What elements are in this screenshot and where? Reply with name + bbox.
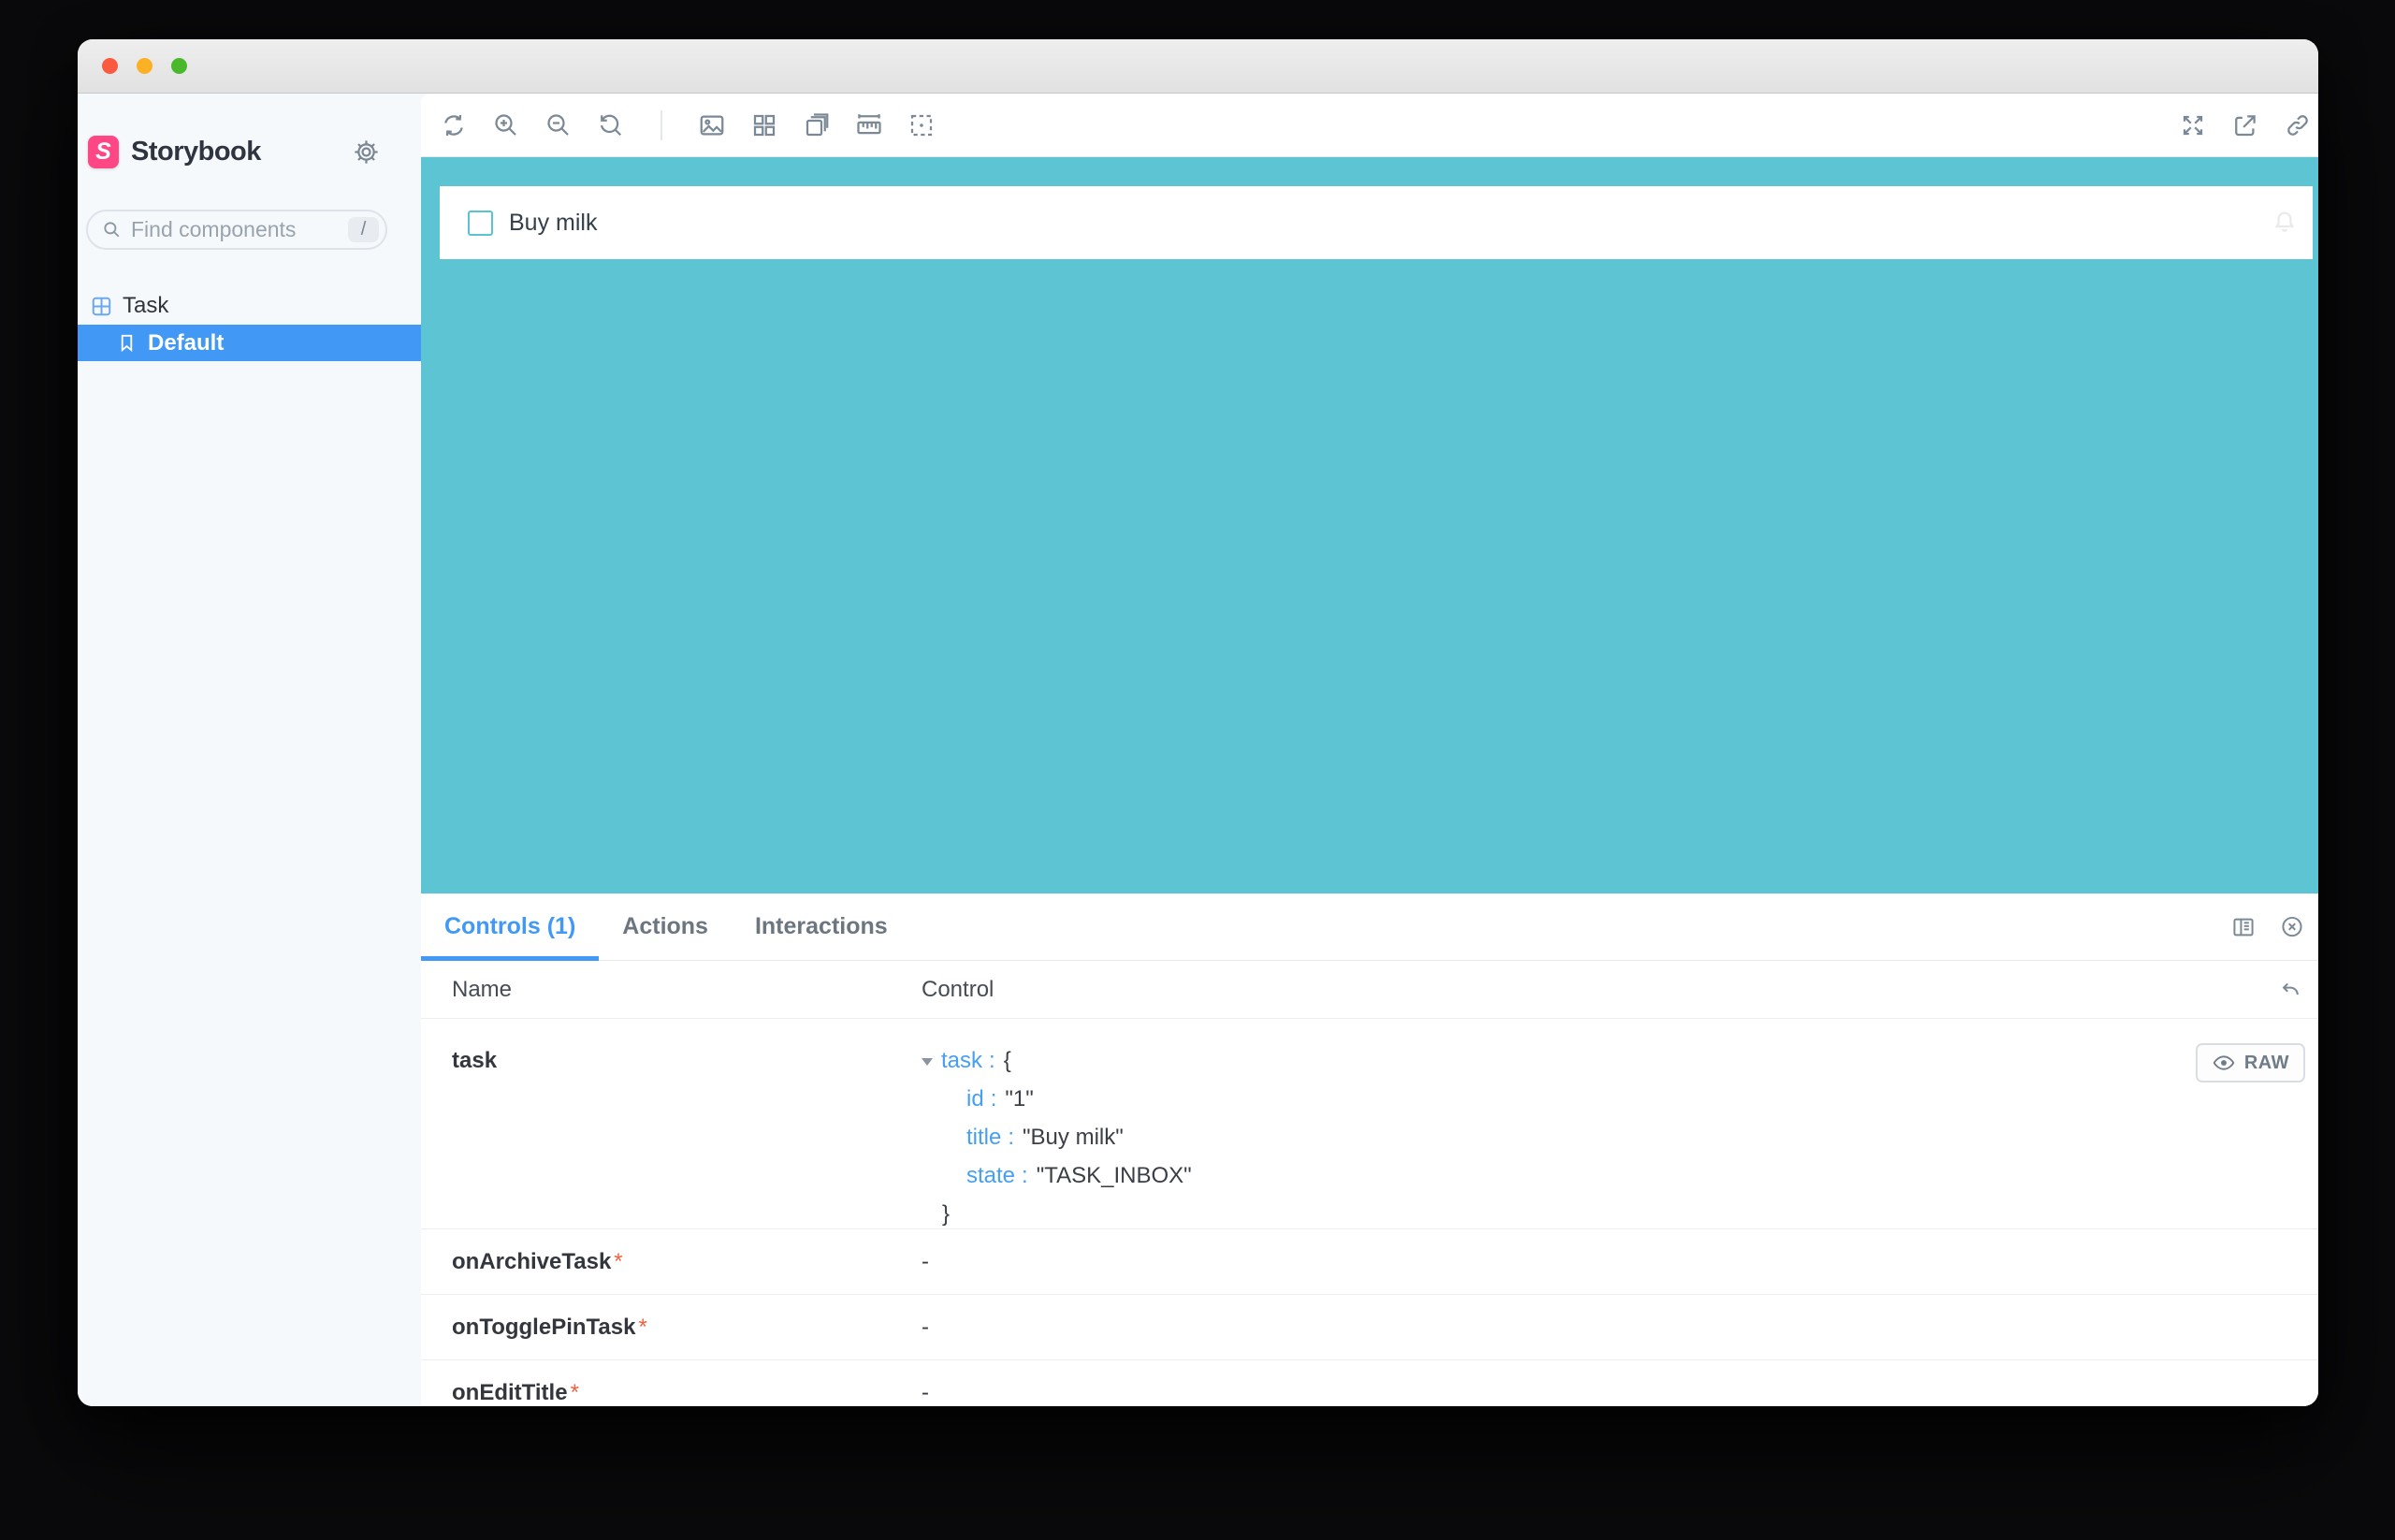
tab-controls[interactable]: Controls (1) (421, 893, 599, 960)
search-shortcut-badge: / (348, 217, 379, 242)
empty-control-value: - (922, 1315, 929, 1341)
find-components-searchbox[interactable]: / (86, 210, 387, 250)
search-input[interactable] (131, 217, 348, 242)
open-brace: { (1004, 1041, 1011, 1080)
entry-value[interactable]: "TASK_INBOX" (1037, 1156, 1192, 1195)
close-window-button[interactable] (102, 58, 118, 74)
search-icon (101, 219, 123, 240)
control-row-onarchivetask: onArchiveTask* - (421, 1229, 2318, 1295)
component-grid-icon (90, 295, 113, 318)
entry-key: title (966, 1118, 1001, 1156)
tab-interactions[interactable]: Interactions (732, 893, 911, 960)
toolbar-divider (660, 110, 662, 140)
sidebar-item-label: Task (123, 293, 168, 319)
outline-toggle-icon[interactable] (907, 111, 936, 139)
minimize-window-button[interactable] (137, 58, 152, 74)
preview-area: Buy milk Controls (1) Actions (421, 94, 2318, 1406)
close-brace: } (942, 1195, 950, 1233)
task-title: Buy milk (509, 210, 597, 237)
object-entry: id : "1" (922, 1080, 1192, 1118)
zoom-window-button[interactable] (171, 58, 187, 74)
object-entry: state : "TASK_INBOX" (922, 1156, 1192, 1195)
object-control: task : { id : "1" title : (922, 1041, 1192, 1228)
bookmark-icon (116, 332, 138, 354)
object-close-line: } (922, 1195, 1192, 1233)
sidebar-item-default-story[interactable]: Default (78, 325, 421, 361)
empty-control-value: - (922, 1380, 929, 1406)
prop-name: task (452, 1048, 497, 1073)
task-checkbox[interactable] (468, 211, 493, 236)
control-row-task: task task : { id : (421, 1019, 2318, 1229)
required-marker: * (571, 1380, 579, 1405)
required-marker: * (638, 1315, 646, 1340)
prop-name: onEditTitle (452, 1380, 568, 1405)
object-root-key: task (941, 1041, 982, 1080)
eye-icon (2212, 1051, 2236, 1075)
entry-value[interactable]: "Buy milk" (1023, 1118, 1124, 1156)
collapse-caret-icon[interactable] (922, 1058, 933, 1066)
colon: : (991, 1080, 997, 1118)
zoom-in-icon[interactable] (492, 111, 520, 139)
zoom-out-icon[interactable] (544, 111, 573, 139)
settings-gear-icon[interactable] (352, 138, 381, 167)
pin-bell-icon[interactable] (2270, 208, 2300, 238)
name-column-header: Name (452, 977, 922, 1003)
open-external-icon[interactable] (2231, 111, 2259, 139)
brand-title: Storybook (131, 137, 261, 167)
object-entry: title : "Buy milk" (922, 1118, 1192, 1156)
addons-panel: Controls (1) Actions Interactions (421, 893, 2318, 1406)
sidebar-item-label: Default (148, 330, 224, 356)
change-background-icon[interactable] (698, 111, 726, 139)
window-titlebar[interactable] (78, 39, 2318, 94)
object-root-line: task : { (922, 1041, 1192, 1080)
colon: : (1022, 1156, 1028, 1195)
control-row-ontogglepintask: onTogglePinTask* - (421, 1295, 2318, 1360)
colon: : (989, 1041, 995, 1080)
sidebar-header: S Storybook (88, 133, 381, 170)
viewport-icon[interactable] (803, 111, 831, 139)
prop-name: onTogglePinTask (452, 1315, 635, 1340)
panel-tabbar: Controls (1) Actions Interactions (421, 893, 2318, 961)
sidebar: S Storybook (78, 94, 421, 1406)
sidebar-item-task[interactable]: Task (78, 287, 421, 325)
raw-label: RAW (2244, 1053, 2289, 1074)
reset-controls-icon[interactable] (2278, 977, 2303, 1002)
remount-component-icon[interactable] (440, 111, 468, 139)
tab-actions[interactable]: Actions (599, 893, 732, 960)
storybook-logo-icon: S (88, 136, 119, 168)
raw-toggle-button[interactable]: RAW (2196, 1043, 2305, 1082)
control-column-header: Control (922, 977, 994, 1003)
component-tree: Task Default (78, 287, 421, 361)
reset-zoom-icon[interactable] (597, 111, 625, 139)
close-panel-icon[interactable] (2279, 914, 2305, 940)
fullscreen-icon[interactable] (2179, 111, 2207, 139)
storybook-window: S Storybook (78, 39, 2318, 1406)
window-controls (102, 58, 187, 74)
panel-position-icon[interactable] (2230, 914, 2257, 940)
copy-link-icon[interactable] (2284, 111, 2312, 139)
entry-key: state (966, 1156, 1015, 1195)
task-component: Buy milk (440, 186, 2313, 259)
logo-letter: S (95, 138, 111, 166)
colon: : (1008, 1118, 1014, 1156)
prop-name: onArchiveTask (452, 1249, 611, 1274)
story-canvas: Buy milk (421, 157, 2318, 893)
empty-control-value: - (922, 1249, 929, 1275)
controls-table-header: Name Control (421, 961, 2318, 1019)
desktop-background: S Storybook (0, 0, 2395, 1540)
entry-value[interactable]: "1" (1005, 1080, 1033, 1118)
measure-ruler-icon[interactable] (855, 111, 883, 139)
canvas-toolbar (421, 94, 2318, 157)
control-row-onedittitle: onEditTitle* - (421, 1360, 2318, 1406)
grid-toggle-icon[interactable] (750, 111, 778, 139)
required-marker: * (614, 1249, 622, 1274)
entry-key: id (966, 1080, 984, 1118)
